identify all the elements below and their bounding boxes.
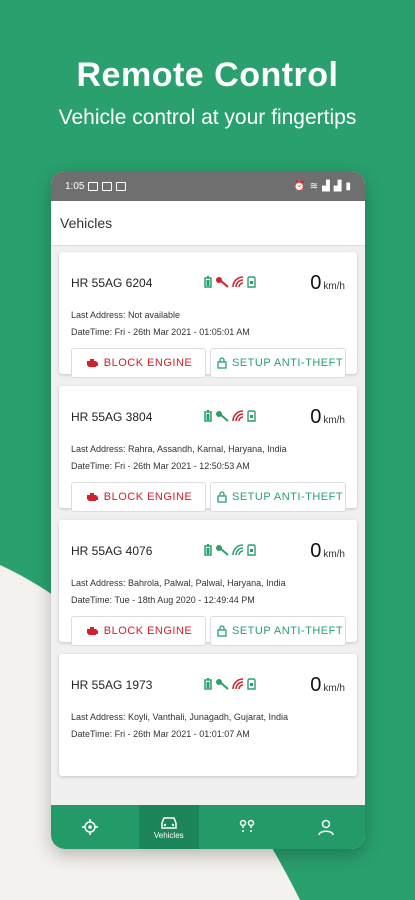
- hero-title: Remote Control: [76, 56, 339, 94]
- mail-notification-icon: [102, 181, 113, 191]
- speed-unit: km/h: [323, 549, 345, 560]
- speed-value: 0: [310, 540, 322, 562]
- speed-value: 0: [310, 406, 322, 428]
- gps-signal-icon: [232, 410, 244, 422]
- datetime: DateTime: Fri - 26th Mar 2021 - 01:05:01…: [71, 327, 250, 337]
- battery-status-icon: [204, 544, 212, 556]
- block-engine-label: BLOCK ENGINE: [103, 625, 193, 637]
- vehicle-speed: 0 km/h: [310, 406, 345, 429]
- battery-status-icon: [204, 410, 212, 422]
- block-engine-button[interactable]: BLOCK ENGINE: [71, 482, 206, 512]
- block-engine-label: BLOCK ENGINE: [103, 357, 193, 369]
- image-notification-icon: [88, 181, 99, 191]
- lock-icon: [217, 625, 227, 637]
- gps-signal-icon: [232, 678, 244, 690]
- ignition-key-icon: [216, 411, 229, 422]
- vehicle-plate: HR 55AG 3804: [71, 410, 153, 424]
- vehicle-status-icons: [204, 544, 256, 556]
- last-address: Last Address: Not available: [71, 310, 181, 320]
- engine-icon: [86, 627, 98, 635]
- gps-signal-icon: [232, 276, 244, 288]
- last-address: Last Address: Rahra, Assandh, Karnal, Ha…: [71, 444, 287, 454]
- vehicle-card[interactable]: HR 55AG 1973 0 km/h Last Address: Koyli,…: [59, 654, 357, 776]
- vehicle-card[interactable]: HR 55AG 4076 0 km/h Last Address: Bahrol…: [59, 520, 357, 646]
- vehicle-card[interactable]: HR 55AG 6204 0 km/h Last Address: Not av…: [59, 252, 357, 378]
- vehicle-plate: HR 55AG 4076: [71, 544, 153, 558]
- phone-frame: 1:05 ⏰ ≋ ▟ ▟ ▮ Vehicles HR 55AG 6204 0 k…: [51, 171, 365, 849]
- datetime: DateTime: Fri - 26th Mar 2021 - 12:50:53…: [71, 461, 250, 471]
- page-title: Vehicles: [60, 215, 113, 231]
- sim-card-icon: [247, 276, 256, 288]
- engine-icon: [86, 493, 98, 501]
- vehicle-plate: HR 55AG 1973: [71, 678, 153, 692]
- setup-anti-theft-button[interactable]: SETUP ANTI-THEFT: [210, 616, 346, 646]
- app-bar: Vehicles: [51, 201, 365, 246]
- sim-card-icon: [247, 410, 256, 422]
- battery-status-icon: [204, 276, 212, 288]
- last-address: Last Address: Bahrola, Palwal, Palwal, H…: [71, 578, 286, 588]
- lock-icon: [217, 357, 227, 369]
- speed-unit: km/h: [323, 281, 345, 292]
- user-icon: [318, 819, 334, 836]
- sim-card-icon: [247, 544, 256, 556]
- nav-vehicles[interactable]: Vehicles: [138, 805, 199, 849]
- speed-unit: km/h: [323, 683, 345, 694]
- vehicle-speed: 0 km/h: [310, 540, 345, 563]
- block-engine-button[interactable]: BLOCK ENGINE: [71, 348, 206, 378]
- last-address: Last Address: Koyli, Vanthali, Junagadh,…: [71, 712, 288, 722]
- vehicle-speed: 0 km/h: [310, 272, 345, 295]
- setup-anti-theft-label: SETUP ANTI-THEFT: [232, 357, 344, 369]
- alarm-icon: ⏰: [293, 180, 306, 192]
- vehicle-status-icons: [204, 678, 256, 690]
- signal2-icon: ▟: [333, 180, 342, 192]
- ignition-key-icon: [216, 277, 229, 288]
- battery-icon: ▮: [345, 180, 351, 192]
- location-target-icon: [82, 819, 99, 835]
- gps-signal-icon: [232, 544, 244, 556]
- block-engine-button[interactable]: BLOCK ENGINE: [71, 616, 206, 646]
- sim-card-icon: [247, 678, 256, 690]
- engine-icon: [86, 359, 98, 367]
- setup-anti-theft-label: SETUP ANTI-THEFT: [232, 625, 344, 637]
- vehicle-plate: HR 55AG 6204: [71, 276, 153, 290]
- ignition-key-icon: [216, 679, 229, 690]
- setup-anti-theft-button[interactable]: SETUP ANTI-THEFT: [210, 348, 346, 378]
- vehicle-speed: 0 km/h: [310, 674, 345, 697]
- hero-subtitle: Vehicle control at your fingertips: [58, 106, 357, 129]
- vehicle-status-icons: [204, 410, 256, 422]
- setup-anti-theft-label: SETUP ANTI-THEFT: [232, 491, 344, 503]
- lock-icon: [217, 491, 227, 503]
- signal-icon: ▟: [322, 180, 330, 192]
- wifi-icon: ≋: [309, 180, 319, 192]
- battery-status-icon: [204, 678, 212, 690]
- datetime: DateTime: Tue - 18th Aug 2020 - 12:49:44…: [71, 595, 255, 605]
- speed-value: 0: [310, 272, 322, 294]
- datetime: DateTime: Fri - 26th Mar 2021 - 01:01:07…: [71, 729, 250, 739]
- car-icon: [161, 816, 177, 829]
- vehicle-list[interactable]: HR 55AG 6204 0 km/h Last Address: Not av…: [51, 246, 365, 805]
- route-icon: [240, 819, 255, 834]
- block-engine-label: BLOCK ENGINE: [103, 491, 193, 503]
- vehicle-status-icons: [204, 276, 256, 288]
- nav-map[interactable]: [60, 818, 120, 836]
- bottom-navigation: Vehicles: [51, 805, 365, 849]
- status-time: 1:05: [65, 180, 85, 192]
- speed-unit: km/h: [323, 415, 345, 426]
- nav-vehicles-label: Vehicles: [153, 830, 184, 840]
- nav-profile[interactable]: [296, 818, 356, 836]
- ignition-key-icon: [216, 545, 229, 556]
- vehicle-card[interactable]: HR 55AG 3804 0 km/h Last Address: Rahra,…: [59, 386, 357, 512]
- speed-value: 0: [310, 674, 322, 696]
- status-bar: 1:05 ⏰ ≋ ▟ ▟ ▮: [51, 171, 365, 201]
- setup-anti-theft-button[interactable]: SETUP ANTI-THEFT: [210, 482, 346, 512]
- nav-routes[interactable]: [217, 818, 277, 836]
- message-notification-icon: [116, 181, 127, 191]
